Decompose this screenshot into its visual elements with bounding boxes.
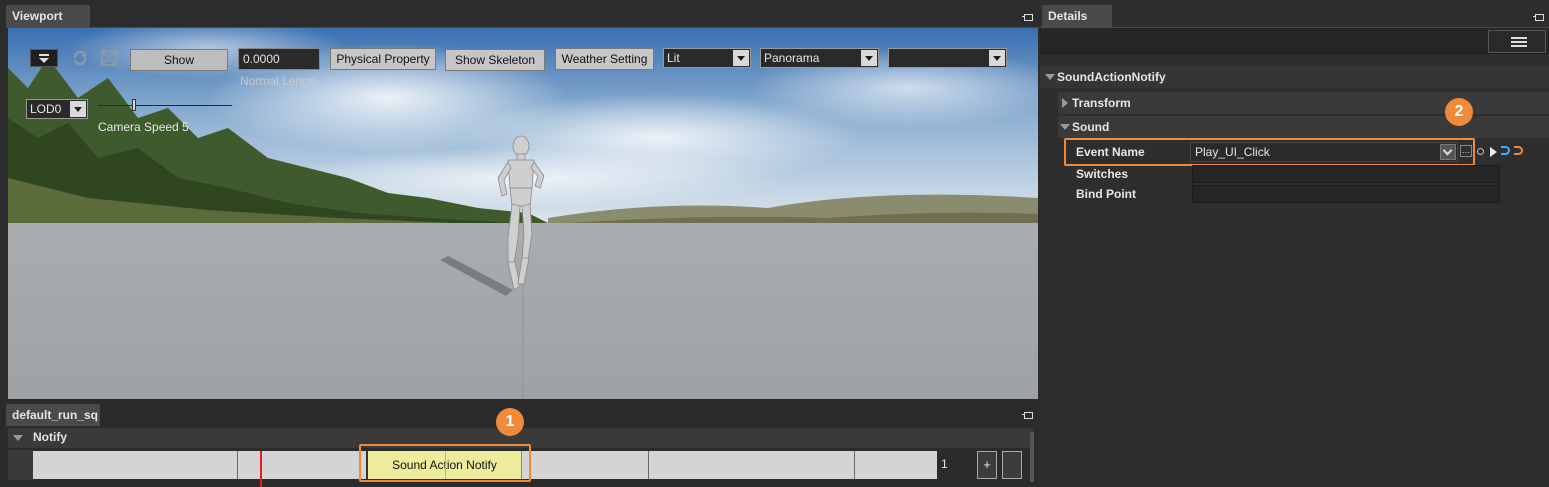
details-pin-icon[interactable] bbox=[1533, 11, 1545, 23]
section-title: SoundActionNotify bbox=[1057, 70, 1166, 84]
collapse-arrow-icon[interactable] bbox=[13, 435, 23, 441]
show-button[interactable]: Show bbox=[130, 49, 228, 71]
chevron-down-icon bbox=[989, 50, 1005, 66]
chevron-down-icon bbox=[861, 50, 877, 66]
physical-property-button[interactable]: Physical Property bbox=[330, 48, 436, 70]
category-transform-row[interactable]: Transform bbox=[1058, 92, 1549, 114]
expand-arrow-icon[interactable] bbox=[1045, 74, 1055, 80]
bind-point-field[interactable] bbox=[1192, 185, 1500, 203]
expand-arrow-icon[interactable] bbox=[1062, 98, 1068, 108]
timeline-divider bbox=[648, 451, 649, 479]
extra-select[interactable] bbox=[888, 48, 1007, 68]
details-tab[interactable]: Details bbox=[1042, 5, 1112, 27]
clear-icon[interactable] bbox=[1477, 148, 1484, 155]
show-skeleton-button[interactable]: Show Skeleton bbox=[445, 49, 545, 71]
add-key-button[interactable]: + bbox=[977, 451, 997, 479]
viewport-menu-icon[interactable] bbox=[30, 49, 58, 67]
sequence-tab[interactable]: default_run_sq bbox=[6, 404, 100, 426]
sequence-pin-icon[interactable] bbox=[1022, 409, 1034, 421]
chevron-down-icon bbox=[70, 101, 86, 117]
callout-badge-1: 1 bbox=[496, 408, 524, 436]
notify-track-label: Notify bbox=[33, 430, 67, 444]
sequence-scrollbar[interactable] bbox=[1030, 432, 1034, 482]
viewport-canvas[interactable]: Show 0.0000 Normal Length Physical Prope… bbox=[8, 28, 1038, 399]
lod-select[interactable]: LOD0 bbox=[26, 99, 88, 119]
frame-count: 1 bbox=[941, 457, 948, 471]
play-icon[interactable] bbox=[1490, 147, 1497, 157]
camera-speed-slider-handle[interactable] bbox=[132, 99, 136, 111]
viewport-tab[interactable]: Viewport bbox=[6, 5, 90, 27]
playhead[interactable] bbox=[260, 451, 262, 487]
view-options-button[interactable] bbox=[1488, 30, 1546, 53]
camera-mode-value: Panorama bbox=[764, 51, 820, 65]
event-name-highlight-box bbox=[1064, 138, 1475, 166]
track-gutter bbox=[8, 450, 33, 480]
revert-arrow-icon[interactable] bbox=[1514, 146, 1523, 155]
normal-length-input[interactable]: 0.0000 bbox=[238, 48, 320, 70]
rotate-icon[interactable] bbox=[70, 48, 90, 68]
category-sound-label: Sound bbox=[1072, 120, 1110, 134]
camera-speed-slider-track[interactable] bbox=[98, 105, 232, 106]
lighting-mode-select[interactable]: Lit bbox=[663, 48, 751, 68]
lod-value: LOD0 bbox=[30, 102, 62, 116]
lighting-mode-value: Lit bbox=[667, 51, 680, 65]
callout-badge-2: 2 bbox=[1445, 98, 1473, 126]
scene-render bbox=[8, 28, 1038, 399]
hamburger-icon bbox=[1511, 37, 1527, 48]
category-sound-row[interactable]: Sound bbox=[1058, 116, 1549, 138]
category-transform-label: Transform bbox=[1072, 96, 1131, 110]
details-search-bar bbox=[1040, 28, 1549, 54]
switches-label: Switches bbox=[1076, 167, 1129, 181]
extra-key-button[interactable] bbox=[1002, 451, 1022, 479]
viewport-pin-icon[interactable] bbox=[1022, 11, 1034, 23]
timeline-divider bbox=[854, 451, 855, 479]
chevron-down-icon bbox=[733, 50, 749, 66]
camera-mode-select[interactable]: Panorama bbox=[760, 48, 879, 68]
section-header-row[interactable]: SoundActionNotify bbox=[1040, 66, 1549, 88]
expand-arrow-icon[interactable] bbox=[1060, 124, 1070, 130]
timeline-divider bbox=[237, 451, 238, 479]
normal-length-label: Normal Length bbox=[240, 74, 319, 88]
notify-highlight-box bbox=[359, 444, 531, 482]
reset-arrow-icon[interactable] bbox=[1501, 146, 1510, 155]
switches-field[interactable] bbox=[1192, 165, 1500, 183]
bind-point-label: Bind Point bbox=[1076, 187, 1136, 201]
camera-speed-label: Camera Speed 5 bbox=[98, 120, 189, 134]
weather-setting-button[interactable]: Weather Setting bbox=[555, 48, 654, 70]
fullscreen-icon[interactable] bbox=[99, 48, 119, 68]
